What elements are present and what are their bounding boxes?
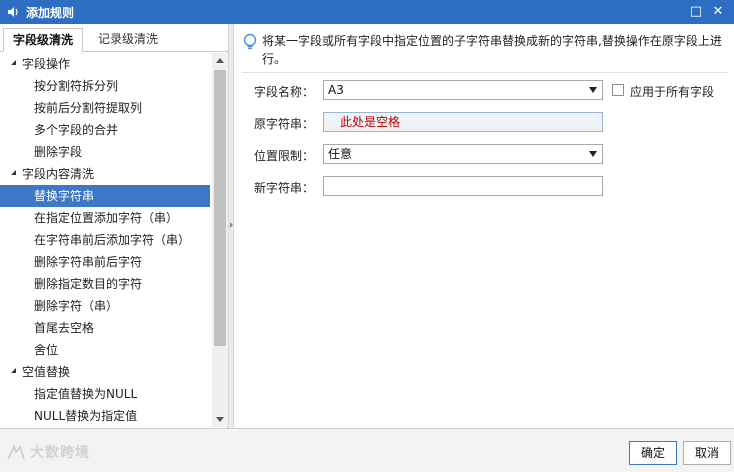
rule-category-panel: 字段级清洗 记录级清洗 字段操作 按分割符拆分列 按前后分割符提取列 多个字段的合并删… (0, 24, 228, 428)
original-string-value: 此处是空格 (340, 115, 401, 129)
new-string-input[interactable] (323, 176, 603, 196)
tree-item[interactable]: 替换字符串 (0, 185, 210, 207)
tree-item[interactable]: NULL替换为指定值 (0, 405, 210, 427)
tree-scrollbar[interactable] (212, 53, 228, 427)
position-select[interactable]: 任意 (323, 144, 603, 164)
field-name-label: 字段名称： (254, 85, 315, 99)
tree-item-label: 在指定位置添加字符（串） (34, 211, 179, 225)
tree-item-label: 空值替换 (22, 365, 71, 379)
window-title: 添加规则 (26, 6, 75, 20)
tree-item[interactable]: 指定值替换为NULL (0, 383, 210, 405)
hint-text: 将某一字段或所有字段中指定位置的子字符串替换成新的字符串,替换操作在原字段上进行… (262, 34, 722, 66)
close-button[interactable]: ✕ (710, 4, 726, 20)
tree-group[interactable]: 字段操作 (0, 53, 210, 75)
field-name-value: A3 (328, 83, 344, 97)
expand-caret-icon[interactable] (11, 368, 16, 373)
new-string-row: 新字符串： (234, 176, 734, 198)
dialog-footer: 大数跨境 确定 取消 (0, 428, 734, 472)
scroll-thumb[interactable] (214, 70, 226, 346)
position-row: 位置限制： 任意 (234, 144, 734, 166)
apply-all-label: 应用于所有字段 (630, 85, 715, 99)
lightbulb-icon (243, 33, 257, 50)
tree-item-label: 在字符串前后添加字符（串） (34, 233, 191, 247)
watermark: 大数跨境 (6, 442, 90, 462)
tree-item[interactable]: 删除字段 (0, 141, 210, 163)
tree-item-label: 字段内容清洗 (22, 167, 95, 181)
tree-item[interactable]: 删除字符（串） (0, 295, 210, 317)
watermark-logo-icon (7, 445, 25, 460)
tree-item[interactable]: 首尾去空格 (0, 317, 210, 339)
original-string-row: 原字符串： 此处是空格 (234, 112, 734, 134)
original-string-input[interactable]: 此处是空格 (323, 112, 603, 132)
field-name-select[interactable]: A3 (323, 80, 603, 100)
tree-item[interactable]: 按分割符拆分列 (0, 75, 210, 97)
position-label: 位置限制： (254, 149, 315, 163)
tree-item[interactable]: 删除指定数目的字符 (0, 273, 210, 295)
tree-item[interactable]: 按前后分割符提取列 (0, 97, 210, 119)
speaker-icon (8, 7, 18, 17)
chevron-down-icon[interactable] (589, 151, 597, 157)
tree-item-label: 按前后分割符提取列 (34, 101, 143, 115)
tab-record-cleaning[interactable]: 记录级清洗 (89, 28, 167, 52)
field-name-row: 字段名称： A3 应用于所有字段 (234, 80, 734, 102)
rule-config-panel: 将某一字段或所有字段中指定位置的子字符串替换成新的字符串,替换操作在原字段上进行… (234, 24, 734, 428)
expand-caret-icon[interactable] (11, 170, 16, 175)
tree-item-label: 删除字段 (34, 145, 83, 159)
hint-box: 将某一字段或所有字段中指定位置的子字符串替换成新的字符串,替换操作在原字段上进行… (242, 32, 728, 68)
tree-item-label: 首尾去空格 (34, 321, 95, 335)
tree-item-label: 指定值替换为NULL (34, 387, 138, 401)
tree-group[interactable]: 空值替换 (0, 361, 210, 383)
tree-item-label: 删除字符（串） (34, 299, 119, 313)
tree-item[interactable]: 在指定位置添加字符（串） (0, 207, 210, 229)
title-bar: 添加规则 □ ✕ (0, 0, 734, 24)
scroll-up-icon[interactable] (216, 58, 224, 63)
position-value: 任意 (328, 147, 353, 161)
apply-all-checkbox[interactable] (612, 84, 624, 96)
tree-group[interactable]: 字段内容清洗 (0, 163, 210, 185)
original-string-label: 原字符串： (254, 117, 315, 131)
collapse-arrow-icon[interactable] (230, 222, 233, 228)
tree-item-label: 舍位 (34, 343, 59, 357)
tree-item[interactable]: 多个字段的合并 (0, 119, 210, 141)
chevron-down-icon[interactable] (589, 87, 597, 93)
tree-item-label: 多个字段的合并 (34, 123, 119, 137)
tab-field-cleaning[interactable]: 字段级清洗 (3, 28, 84, 52)
tree-item-label: 字段操作 (22, 57, 71, 71)
add-rule-dialog: 添加规则 □ ✕ 字段级清洗 记录级清洗 字段操作按分割符拆分列按前后分割符提取… (0, 0, 734, 472)
tree-item-label: NULL替换为指定值 (34, 409, 138, 423)
hint-divider (242, 72, 728, 73)
maximize-button[interactable]: □ (688, 4, 704, 20)
new-string-label: 新字符串： (254, 181, 315, 195)
tree-item-label: 删除指定数目的字符 (34, 277, 143, 291)
expand-caret-icon[interactable] (11, 60, 16, 65)
tree-item[interactable]: 在字符串前后添加字符（串） (0, 229, 210, 251)
tab-strip: 字段级清洗 记录级清洗 (0, 24, 228, 52)
rule-tree: 字段操作按分割符拆分列按前后分割符提取列 多个字段的合并 删除字段字段内容清洗替换字… (0, 53, 212, 427)
tree-item[interactable]: 舍位 (0, 339, 210, 361)
cancel-button[interactable]: 取消 (683, 441, 731, 465)
scroll-down-icon[interactable] (216, 417, 224, 422)
tree-item-label: 删除字符串前后字符 (34, 255, 143, 269)
tree-item[interactable]: 删除字符串前后字符 (0, 251, 210, 273)
tree-item-label: 替换字符串 (34, 189, 95, 203)
watermark-text: 大数跨境 (30, 445, 90, 461)
tree-item-label: 按分割符拆分列 (34, 79, 119, 93)
ok-button[interactable]: 确定 (629, 441, 677, 465)
